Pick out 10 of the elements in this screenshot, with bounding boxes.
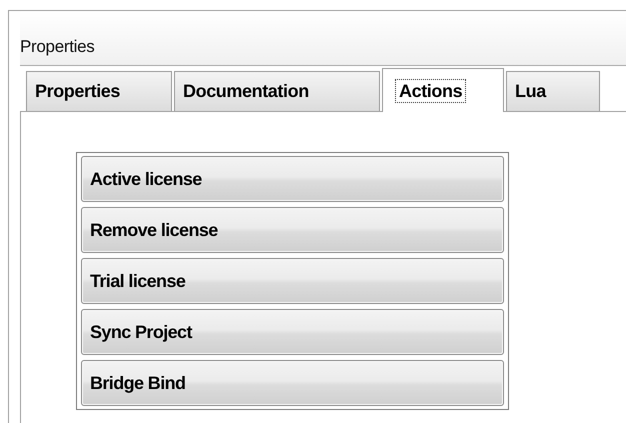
action-button[interactable]: Active license	[81, 156, 504, 202]
tab[interactable]: Documentation	[174, 71, 380, 111]
panel-title: Properties	[20, 37, 94, 57]
action-button[interactable]: Trial license	[81, 258, 504, 304]
action-button[interactable]: Sync Project	[81, 309, 504, 355]
action-button[interactable]: Bridge Bind	[81, 360, 504, 406]
action-button[interactable]: Remove license	[81, 207, 504, 253]
tab[interactable]: Properties	[26, 71, 172, 111]
tab[interactable]: Lua	[506, 71, 600, 111]
tab[interactable]: Actions	[382, 68, 504, 112]
